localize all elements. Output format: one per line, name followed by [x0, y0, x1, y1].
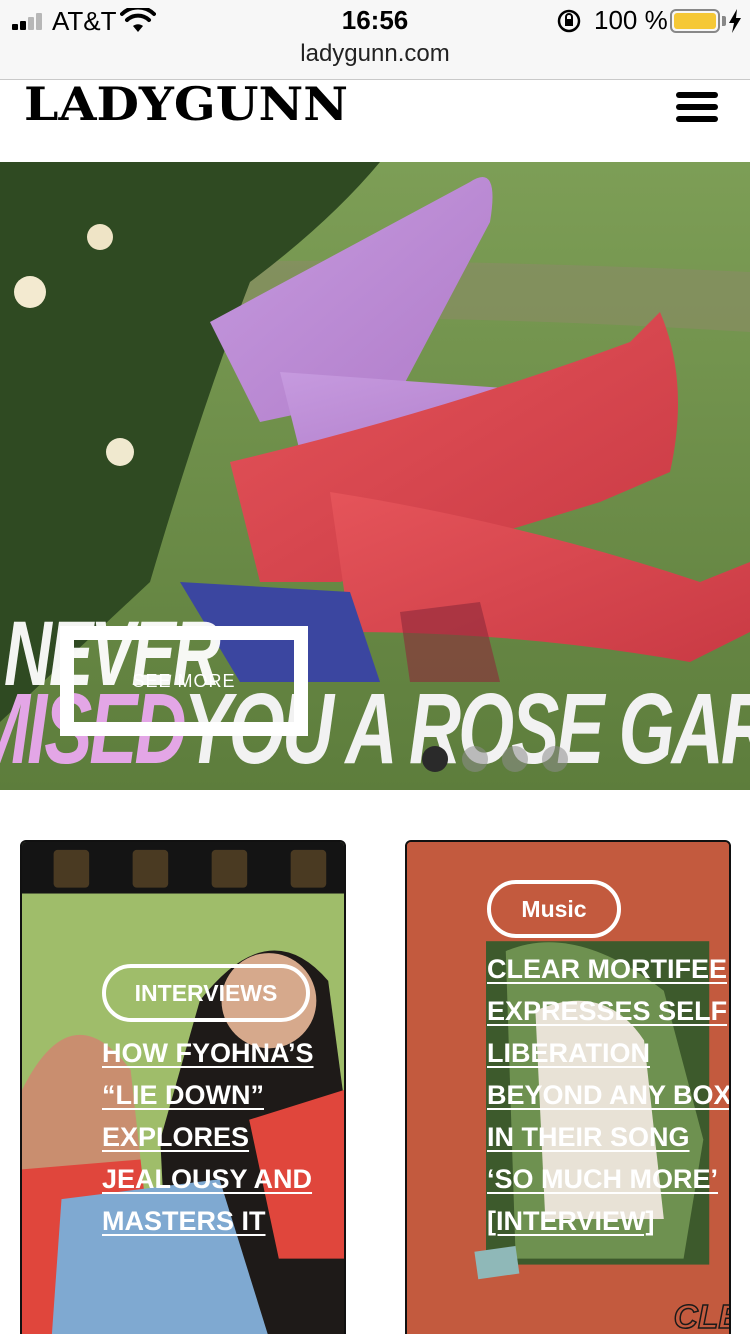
url-text[interactable]: ladygunn.com [0, 40, 750, 68]
battery-nub [722, 16, 726, 26]
status-bar: AT&T 16:56 100 % [0, 0, 750, 40]
ladygunn-logo[interactable]: LADYGUNN [24, 82, 348, 124]
article-title-link[interactable]: CLEAR MORTIFEE EXPRESSES SELF LIBERATION… [487, 948, 731, 1242]
title-line: EXPRESSES SELF [487, 996, 728, 1026]
slider-dot-1[interactable] [422, 746, 448, 772]
site-header: LADYGUNN [0, 80, 750, 162]
category-tag-interviews[interactable]: INTERVIEWS [102, 964, 310, 1022]
title-line: [INTERVIEW] [487, 1206, 655, 1236]
title-line: IN THEIR SONG [487, 1122, 690, 1152]
battery-icon [670, 9, 720, 33]
slider-dot-4[interactable] [542, 746, 568, 772]
title-line: HOW FYOHNA’S [102, 1038, 314, 1068]
title-line: BEYOND ANY BOX [487, 1080, 731, 1110]
slider-dot-3[interactable] [502, 746, 528, 772]
slider-dot-2[interactable] [462, 746, 488, 772]
article-card-interviews[interactable]: INTERVIEWS HOW FYOHNA’S “LIE DOWN” EXPLO… [20, 840, 346, 1334]
title-line: MASTERS IT [102, 1206, 266, 1236]
svg-text:CLE: CLE [674, 1299, 729, 1334]
title-line: LIBERATION [487, 1038, 650, 1068]
category-tag-music[interactable]: Music [487, 880, 621, 938]
hamburger-menu-icon[interactable] [676, 90, 718, 124]
article-title-link[interactable]: HOW FYOHNA’S “LIE DOWN” EXPLORES JEALOUS… [102, 1032, 342, 1242]
hero-slider[interactable]: NEVER MISEDYOU A ROSE GARD SEE MORE [0, 162, 750, 790]
title-line: JEALOUSY AND [102, 1164, 313, 1194]
see-more-label: SEE MORE [132, 670, 236, 691]
address-bar[interactable]: ladygunn.com [0, 40, 750, 80]
title-line: ‘SO MUCH MORE’ [487, 1164, 719, 1194]
article-card-music[interactable]: CLE Music CLEAR MORTIFEE EXPRESSES SELF … [405, 840, 731, 1334]
svg-text:LADYGUNN: LADYGUNN [24, 82, 348, 124]
charging-bolt-icon [729, 9, 741, 33]
rotation-lock-icon [557, 9, 581, 33]
slider-pagination [422, 746, 572, 772]
battery-percent: 100 % [594, 5, 668, 35]
title-line: CLEAR MORTIFEE [487, 954, 727, 984]
see-more-button[interactable]: SEE MORE [60, 626, 308, 736]
title-line: EXPLORES [102, 1122, 250, 1152]
title-line: “LIE DOWN” [102, 1080, 264, 1110]
